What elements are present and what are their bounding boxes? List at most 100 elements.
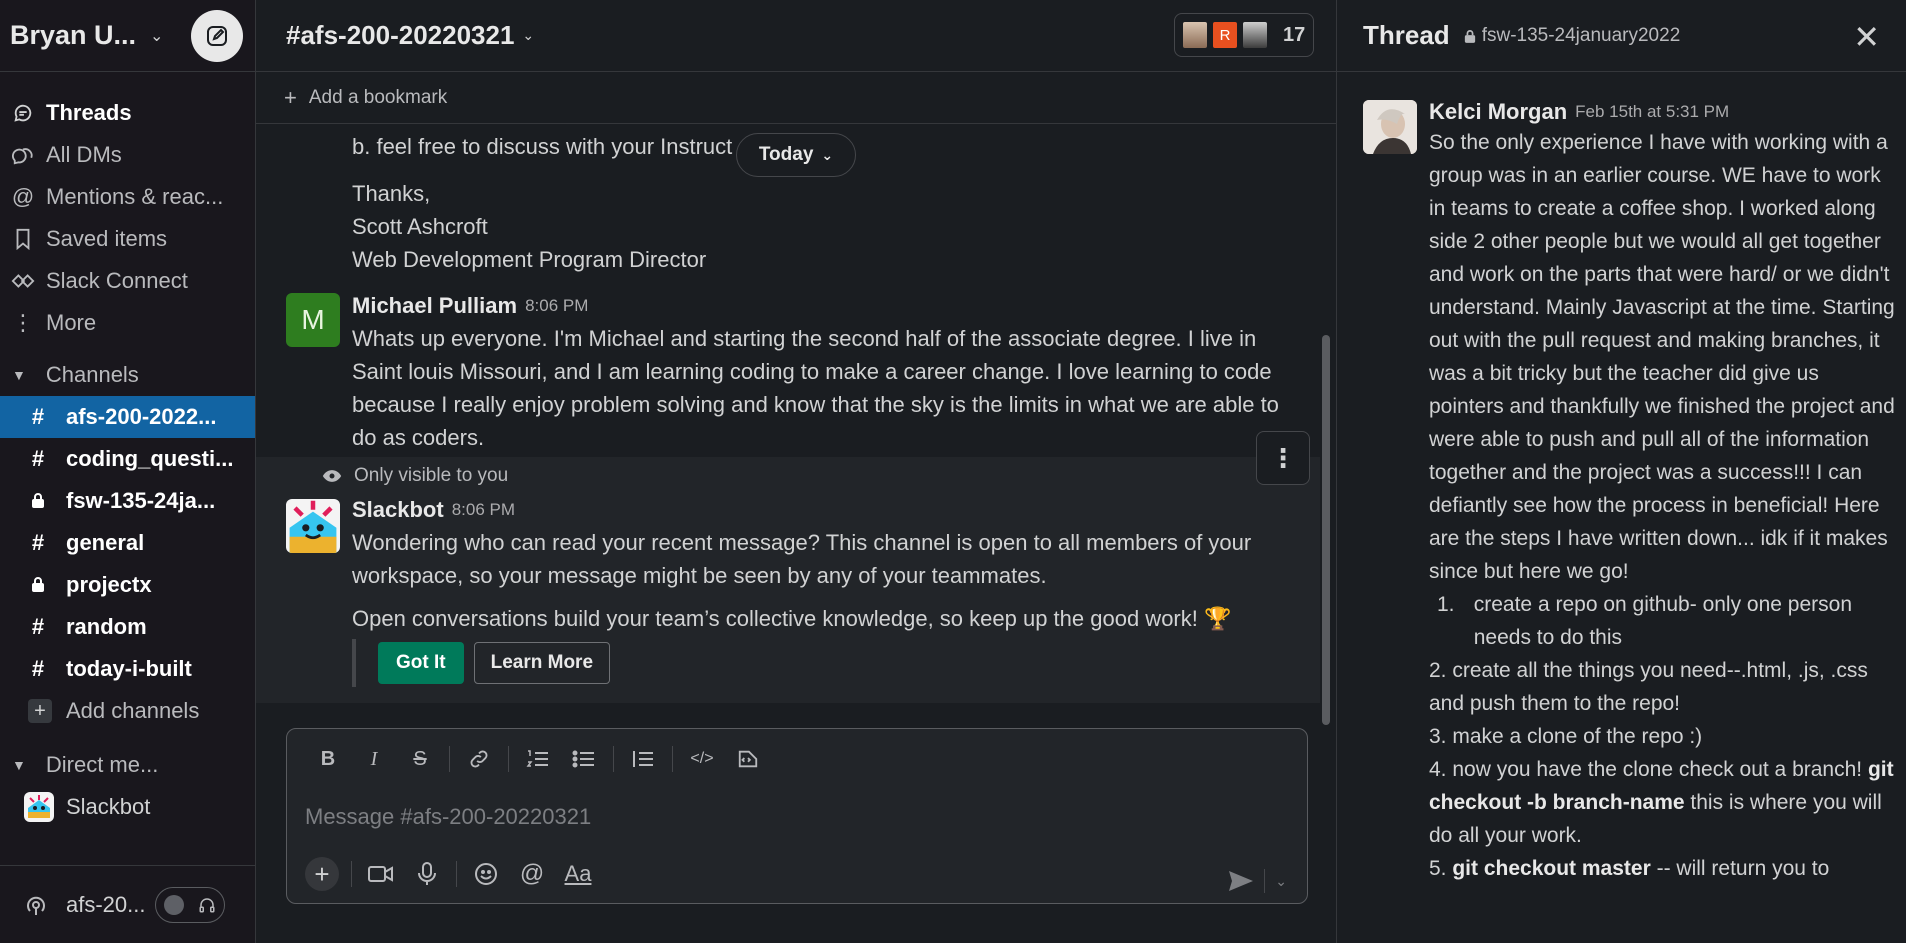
message-sender[interactable]: Slackbot: [352, 497, 444, 523]
nav-item-all-dms[interactable]: All DMs: [0, 134, 255, 176]
sidebar-channel-coding[interactable]: # coding_questi...: [0, 438, 255, 480]
message-text: Wondering who can read your recent messa…: [352, 530, 1252, 588]
divider: [508, 746, 509, 772]
more-actions-button[interactable]: ⋮: [1256, 431, 1310, 485]
workspace-header: Bryan U... ⌄: [0, 0, 255, 72]
more-vertical-icon: ⋮: [12, 310, 34, 335]
list-text: -- will return you to: [1650, 857, 1830, 880]
headphones-icon: [199, 897, 215, 912]
bold-icon[interactable]: B: [305, 739, 351, 779]
sidebar-channel-general[interactable]: # general: [0, 522, 255, 564]
nav-item-saved[interactable]: Saved items: [0, 218, 255, 260]
message-timestamp[interactable]: 8:06 PM: [525, 296, 588, 316]
hash-icon: #: [31, 656, 45, 681]
add-channels-button[interactable]: + Add channels: [0, 690, 255, 732]
thread-channel-name: fsw-135-24january2022: [1481, 24, 1681, 46]
sidebar-channel-fsw[interactable]: fsw-135-24ja...: [0, 480, 255, 522]
thread-channel[interactable]: fsw-135-24january2022: [1464, 24, 1681, 47]
dm-section-header[interactable]: ▼ Direct me...: [0, 744, 255, 786]
attach-button[interactable]: +: [299, 854, 345, 894]
message-timestamp[interactable]: Feb 15th at 5:31 PM: [1575, 102, 1729, 122]
compose-button[interactable]: [191, 9, 243, 62]
bullet-list-icon[interactable]: [561, 739, 607, 779]
learn-more-button[interactable]: Learn More: [473, 642, 611, 684]
caret-down-icon: ▼: [12, 367, 26, 383]
text-format-icon[interactable]: Aa: [555, 854, 601, 894]
huddle-toggle[interactable]: [155, 886, 226, 923]
scrollbar[interactable]: [1322, 335, 1330, 725]
channels-section-label: Channels: [45, 362, 139, 387]
sidebar-channel-random[interactable]: # random: [0, 606, 255, 648]
chevron-down-icon[interactable]: ⌄: [522, 27, 534, 44]
chevron-down-icon[interactable]: ⌄: [1275, 873, 1287, 890]
send-icon[interactable]: [1228, 870, 1254, 892]
message-timestamp[interactable]: 8:06 PM: [452, 500, 515, 520]
emoji-icon[interactable]: [463, 854, 509, 894]
plus-icon: +: [305, 857, 339, 891]
nav-item-label: Saved items: [46, 226, 168, 251]
blockquote-icon[interactable]: [620, 739, 666, 779]
ordered-list-icon[interactable]: [515, 739, 561, 779]
message-composer: B I S </> Message #afs-200-20220321 + @ …: [286, 728, 1308, 904]
code-icon[interactable]: </>: [679, 739, 725, 779]
channels-section-header[interactable]: ▼ Channels: [0, 354, 255, 396]
huddle-channel: afs-20...: [66, 891, 146, 917]
mention-icon[interactable]: @: [509, 854, 555, 894]
avatar-letter: M: [301, 304, 325, 335]
list-item: 3. make a clone of the repo :): [1429, 725, 1703, 748]
member-avatar: [1241, 20, 1269, 50]
sidebar-channel-today-i-built[interactable]: # today-i-built: [0, 648, 255, 690]
close-icon[interactable]: ✕: [1853, 18, 1880, 56]
channel-pane: #afs-200-20220321 ⌄ R 17 + Add a bookmar…: [256, 0, 1336, 943]
channel-title[interactable]: #afs-200-20220321: [286, 20, 514, 51]
compose-icon: [207, 25, 227, 46]
thread-pane: Thread fsw-135-24january2022 ✕ Kelci Mor…: [1336, 0, 1906, 943]
message-text: Whats up everyone. I'm Michael and start…: [352, 326, 1279, 450]
sidebar-dm-slackbot[interactable]: Slackbot: [0, 786, 255, 828]
hash-icon: #: [31, 614, 45, 639]
visibility-text: Only visible to you: [354, 465, 509, 486]
message-input[interactable]: Message #afs-200-20220321: [287, 789, 1307, 845]
member-count: 17: [1283, 23, 1306, 46]
list-number: 1.: [1437, 593, 1455, 616]
message-body: Michael Pulliam 8:06 PM Whats up everyon…: [352, 289, 1300, 454]
message-sender[interactable]: Kelci Morgan: [1429, 99, 1567, 125]
slackbot-avatar[interactable]: [286, 499, 340, 553]
got-it-button[interactable]: Got It: [378, 642, 464, 684]
video-icon[interactable]: [358, 854, 404, 894]
more-vertical-icon: ⋮: [1270, 442, 1296, 473]
slackbot-avatar-icon: [289, 500, 337, 553]
avatar[interactable]: [1363, 100, 1417, 154]
thread-title: Thread: [1363, 20, 1450, 50]
message-placeholder: Message #afs-200-20220321: [305, 804, 592, 829]
nav-item-mentions[interactable]: @ Mentions & reac...: [0, 176, 255, 218]
nav-item-more[interactable]: ⋮ More: [0, 302, 255, 344]
message-sender[interactable]: Michael Pulliam: [352, 293, 517, 319]
chevron-down-icon[interactable]: ⌄: [150, 26, 163, 46]
workspace-name[interactable]: Bryan U...: [10, 20, 136, 51]
channel-name: afs-200-2022...: [66, 404, 217, 429]
channel-header: #afs-200-20220321 ⌄ R 17: [256, 0, 1336, 72]
bookmark-bar[interactable]: + Add a bookmark: [256, 72, 1336, 124]
code-block-icon[interactable]: [725, 739, 771, 779]
microphone-icon[interactable]: [404, 854, 450, 894]
sidebar-channel-projectx[interactable]: projectx: [0, 564, 255, 606]
message-line: b. feel free to discuss with your Instru…: [352, 134, 733, 159]
huddle-bar: afs-20...: [0, 865, 255, 943]
connect-icon: [10, 268, 36, 294]
message-line: Scott Ashcroft: [352, 214, 488, 239]
message-slackbot: Only visible to you Slackbot 8:06 PM Won…: [256, 457, 1320, 703]
channel-name: coding_questi...: [66, 446, 234, 471]
strikethrough-icon[interactable]: S: [397, 739, 443, 779]
nav-item-slack-connect[interactable]: Slack Connect: [0, 260, 255, 302]
message-body: Slackbot 8:06 PM Wondering who can read …: [352, 493, 1300, 687]
sidebar-channel-afs[interactable]: # afs-200-2022...: [0, 396, 255, 438]
avatar[interactable]: M: [286, 293, 340, 347]
link-icon[interactable]: [456, 739, 502, 779]
slackbot-avatar-icon: [24, 792, 54, 822]
dms-icon: [10, 142, 36, 168]
nav-item-threads[interactable]: Threads: [0, 92, 255, 134]
members-button[interactable]: R 17: [1174, 13, 1314, 57]
italic-icon[interactable]: I: [351, 739, 397, 779]
date-divider-today[interactable]: Today ⌄: [736, 133, 856, 177]
